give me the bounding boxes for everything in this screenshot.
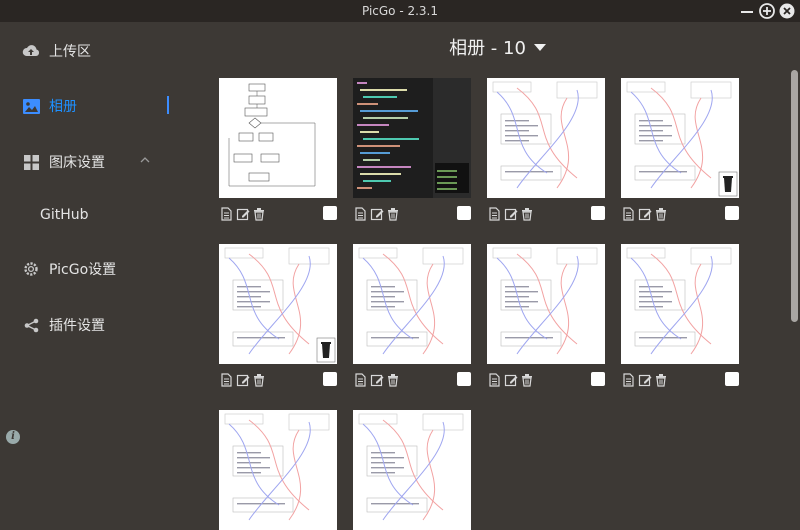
edit-icon[interactable] <box>236 372 250 387</box>
scrollbar[interactable] <box>791 70 798 322</box>
copy-link-icon[interactable] <box>219 206 233 221</box>
card-actions <box>621 372 739 388</box>
image-thumbnail[interactable] <box>621 244 739 364</box>
card-actions <box>487 206 605 222</box>
close-icon[interactable] <box>778 2 796 20</box>
caret-down-icon[interactable] <box>533 43 546 51</box>
trash-icon[interactable] <box>386 206 400 221</box>
copy-link-icon[interactable] <box>353 206 367 221</box>
trash-icon[interactable] <box>654 372 668 387</box>
select-checkbox[interactable] <box>457 206 471 220</box>
image-thumbnail[interactable] <box>487 78 605 198</box>
edit-icon[interactable] <box>236 206 250 221</box>
sidebar-item-label: PicGo设置 <box>49 262 117 278</box>
trash-icon[interactable] <box>520 206 534 221</box>
card-actions <box>353 372 471 388</box>
sidebar-item-upload[interactable]: 上传区 <box>22 39 91 63</box>
trash-icon[interactable] <box>520 372 534 387</box>
gallery-card[interactable] <box>353 244 471 387</box>
gallery-card[interactable] <box>621 78 739 221</box>
page-title: 相册 - 10 <box>449 38 526 59</box>
image-thumbnail[interactable] <box>353 410 471 530</box>
edit-icon[interactable] <box>504 372 518 387</box>
card-actions <box>487 372 605 388</box>
copy-link-icon[interactable] <box>487 372 501 387</box>
image-thumbnail[interactable] <box>621 78 739 198</box>
trash-icon[interactable] <box>654 206 668 221</box>
gallery-card[interactable] <box>219 410 337 530</box>
active-indicator <box>167 96 169 114</box>
share-icon <box>22 316 40 334</box>
gallery-card[interactable] <box>621 244 739 387</box>
gear-icon <box>22 260 40 278</box>
chevron-up-icon[interactable] <box>139 154 151 166</box>
gallery-card[interactable] <box>219 244 337 387</box>
sidebar-item-image-hosting[interactable]: 图床设置 <box>22 150 105 174</box>
gallery-header[interactable]: 相册 - 10 <box>195 34 800 60</box>
grid-icon <box>22 153 40 171</box>
gallery-card[interactable] <box>353 410 471 530</box>
info-icon[interactable]: i <box>6 430 20 444</box>
image-thumbnail[interactable] <box>219 78 337 198</box>
gallery-card[interactable] <box>487 244 605 387</box>
card-actions <box>353 206 471 222</box>
trash-icon[interactable] <box>252 372 266 387</box>
edit-icon[interactable] <box>638 372 652 387</box>
copy-link-icon[interactable] <box>621 206 635 221</box>
select-checkbox[interactable] <box>725 372 739 386</box>
image-thumbnail[interactable] <box>219 410 337 530</box>
copy-link-icon[interactable] <box>621 372 635 387</box>
select-checkbox[interactable] <box>457 372 471 386</box>
sidebar-item-label: 插件设置 <box>49 318 105 334</box>
select-checkbox[interactable] <box>323 372 337 386</box>
sidebar-item-label: 上传区 <box>49 44 91 60</box>
select-checkbox[interactable] <box>725 206 739 220</box>
image-thumbnail[interactable] <box>353 78 471 198</box>
edit-icon[interactable] <box>370 372 384 387</box>
image-thumbnail[interactable] <box>353 244 471 364</box>
copy-link-icon[interactable] <box>487 206 501 221</box>
trash-icon[interactable] <box>252 206 266 221</box>
sidebar-item-label: 相册 <box>49 99 77 115</box>
select-checkbox[interactable] <box>591 206 605 220</box>
edit-icon[interactable] <box>504 206 518 221</box>
minimize-icon[interactable] <box>738 2 756 20</box>
image-thumbnail[interactable] <box>219 244 337 364</box>
image-icon <box>22 97 40 115</box>
window-title: PicGo - 2.3.1 <box>361 4 439 18</box>
sidebar-item-picgo-settings[interactable]: PicGo设置 <box>22 257 116 281</box>
gallery-card[interactable] <box>487 78 605 221</box>
edit-icon[interactable] <box>638 206 652 221</box>
copy-link-icon[interactable] <box>353 372 367 387</box>
maximize-icon[interactable] <box>758 2 776 20</box>
card-actions <box>219 372 337 388</box>
sidebar: 上传区 相册 图床设置 GitHub PicGo设置 插件设置 i <box>0 22 195 450</box>
gallery-card[interactable] <box>219 78 337 221</box>
copy-link-icon[interactable] <box>219 372 233 387</box>
image-thumbnail[interactable] <box>487 244 605 364</box>
sidebar-item-gallery[interactable]: 相册 <box>22 94 77 118</box>
select-checkbox[interactable] <box>323 206 337 220</box>
select-checkbox[interactable] <box>591 372 605 386</box>
cloud-upload-icon <box>22 42 40 60</box>
gallery-card[interactable] <box>353 78 471 221</box>
edit-icon[interactable] <box>370 206 384 221</box>
sidebar-item-github[interactable]: GitHub <box>40 207 89 223</box>
card-actions <box>621 206 739 222</box>
card-actions <box>219 206 337 222</box>
title-bar: PicGo - 2.3.1 <box>0 0 800 22</box>
trash-icon[interactable] <box>386 372 400 387</box>
sidebar-item-plugin-settings[interactable]: 插件设置 <box>22 313 105 337</box>
sidebar-item-label: 图床设置 <box>49 155 105 171</box>
